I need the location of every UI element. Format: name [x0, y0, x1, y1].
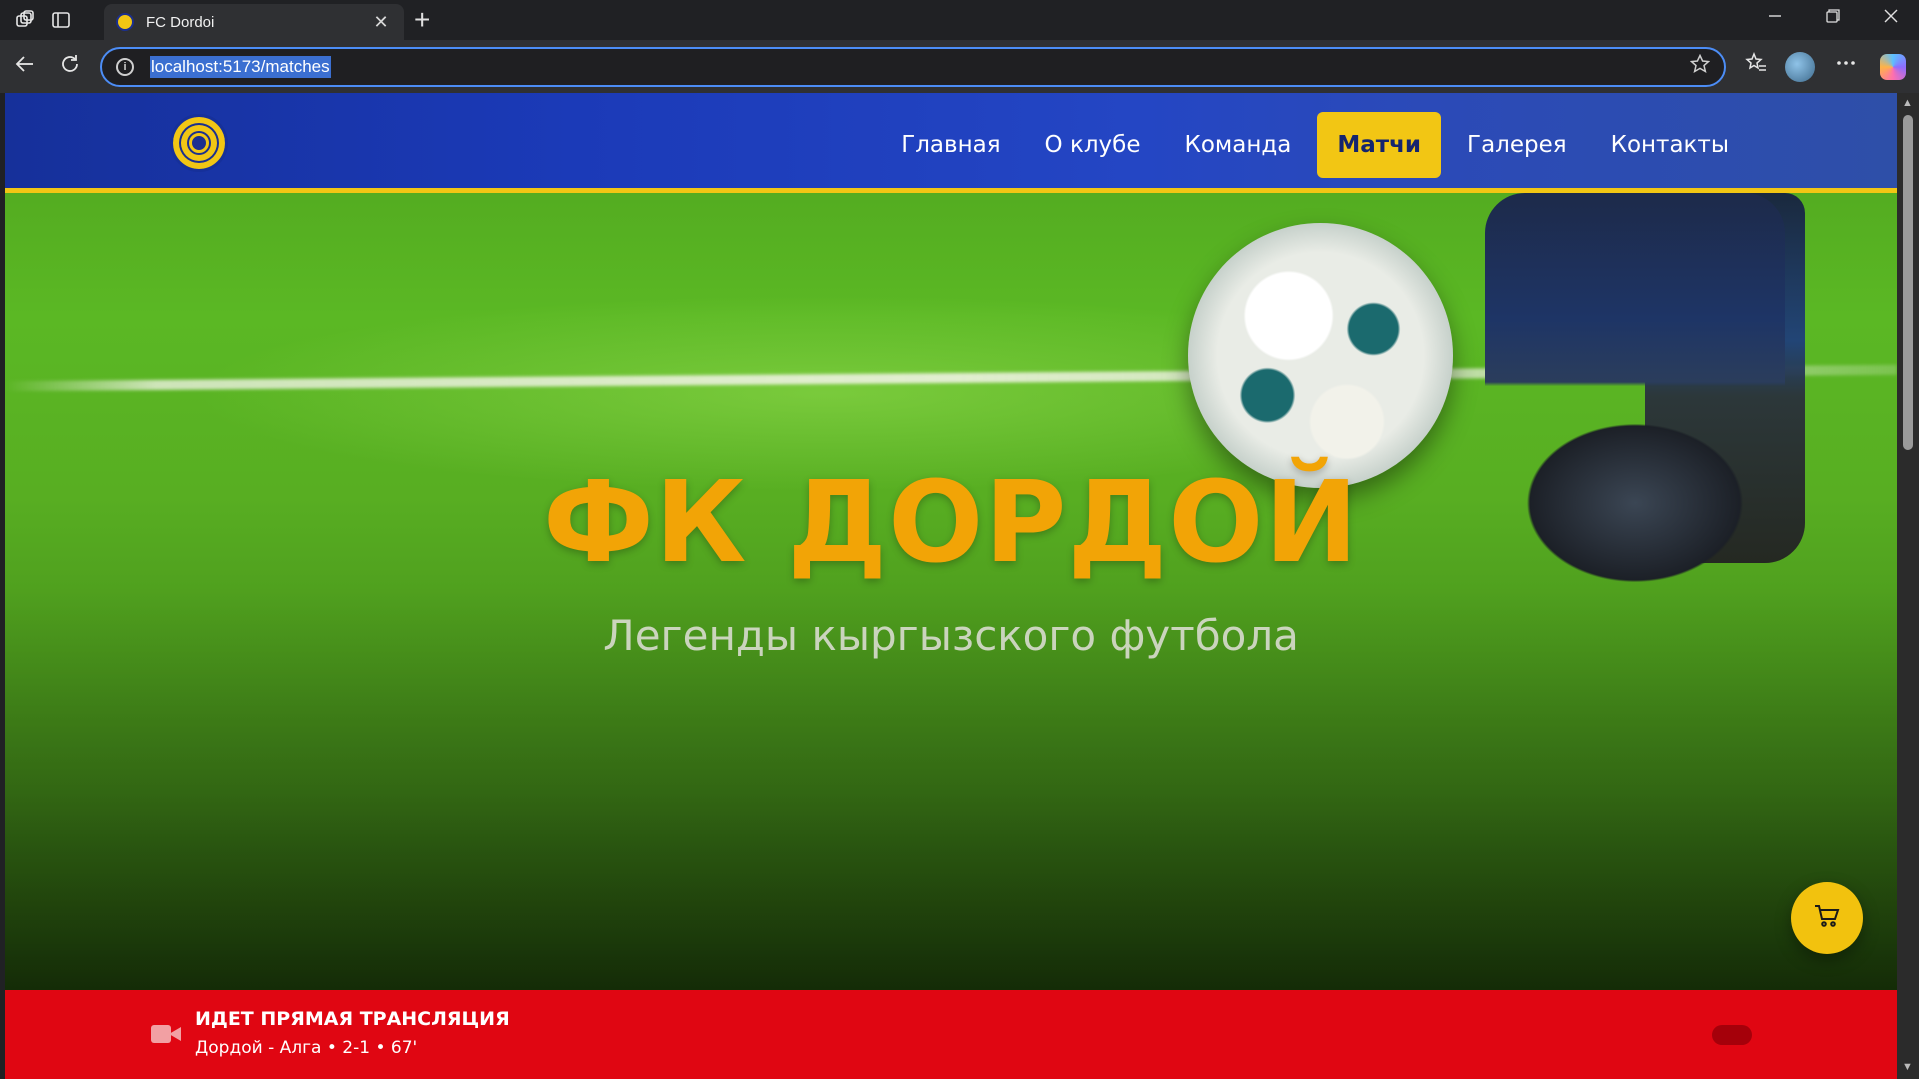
live-title: ИДЕТ ПРЯМАЯ ТРАНСЛЯЦИЯ — [195, 1008, 510, 1030]
tab-title: FC Dordoi — [146, 13, 215, 31]
close-window-icon[interactable] — [1876, 8, 1906, 28]
tab-actions-icon[interactable] — [48, 7, 74, 33]
hero-title: ФК ДОРДОЙ — [542, 458, 1360, 588]
video-camera-icon — [151, 1023, 181, 1045]
hero-subtitle: Легенды кыргызского футбола — [603, 611, 1299, 660]
browser-tab-active[interactable]: FC Dordoi ✕ — [104, 4, 404, 40]
live-match-info: Дордой - Алга • 2-1 • 67' — [195, 1038, 418, 1058]
address-bar[interactable]: i localhost:5173/matches — [100, 47, 1726, 87]
copilot-icon[interactable] — [1880, 54, 1906, 80]
nav-gallery[interactable]: Галерея — [1449, 112, 1585, 178]
nav-team[interactable]: Команда — [1167, 112, 1310, 178]
hero-section: ФК ДОРДОЙ Легенды кыргызского футбола — [5, 93, 1897, 990]
cart-icon — [1814, 904, 1840, 933]
logo-ball-icon — [189, 133, 209, 153]
live-indicator — [1712, 1025, 1752, 1045]
new-tab-button[interactable]: + — [414, 6, 430, 34]
main-nav: Главная О клубе Команда Матчи Галерея Ко… — [883, 112, 1747, 178]
workspaces-icon[interactable] — [12, 7, 38, 33]
nav-home[interactable]: Главная — [883, 112, 1018, 178]
browser-tab-bar: FC Dordoi ✕ + — [0, 0, 1919, 40]
live-broadcast-banner[interactable]: ИДЕТ ПРЯМАЯ ТРАНСЛЯЦИЯ Дордой - Алга • 2… — [5, 990, 1897, 1079]
favorites-icon[interactable] — [1741, 51, 1771, 81]
scroll-thumb[interactable] — [1903, 115, 1913, 450]
club-logo[interactable] — [170, 114, 228, 172]
restore-icon[interactable] — [1818, 8, 1848, 28]
star-icon[interactable] — [1689, 53, 1711, 80]
back-arrow-icon[interactable] — [12, 53, 38, 79]
site-navbar: Главная О клубе Команда Матчи Галерея Ко… — [5, 93, 1897, 193]
page-viewport: ФК ДОРДОЙ Легенды кыргызского футбола Гл… — [5, 93, 1897, 1079]
browser-toolbar: i localhost:5173/matches — [0, 40, 1919, 93]
scroll-down-icon[interactable]: ▼ — [1902, 1061, 1913, 1073]
page-scrollbar[interactable]: ▲ ▼ — [1897, 93, 1919, 1079]
more-icon[interactable] — [1831, 52, 1861, 81]
cart-button[interactable] — [1791, 882, 1863, 954]
url-text[interactable]: localhost:5173/matches — [150, 56, 331, 78]
minimize-icon[interactable] — [1760, 8, 1790, 28]
nav-about[interactable]: О клубе — [1027, 112, 1159, 178]
scroll-up-icon[interactable]: ▲ — [1902, 97, 1913, 109]
info-icon[interactable]: i — [116, 58, 134, 76]
reload-icon[interactable] — [57, 53, 83, 79]
profile-avatar[interactable] — [1785, 52, 1815, 82]
nav-contacts[interactable]: Контакты — [1593, 112, 1747, 178]
nav-matches[interactable]: Матчи — [1317, 112, 1442, 178]
dordoi-favicon-icon — [116, 13, 134, 31]
tab-close-icon[interactable]: ✕ — [370, 12, 392, 33]
